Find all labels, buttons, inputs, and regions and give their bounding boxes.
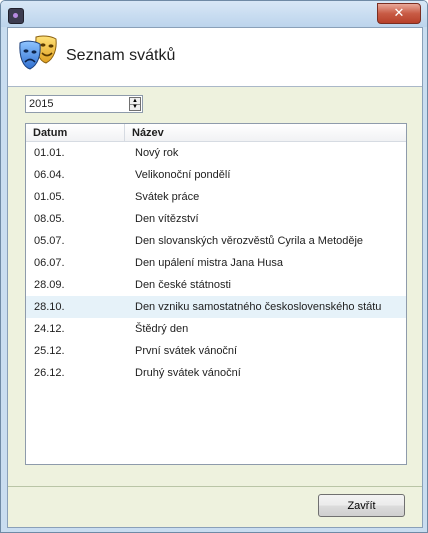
year-spinner[interactable]: 2015 ▲ ▼	[25, 95, 143, 113]
close-button[interactable]: Zavřít	[318, 494, 405, 517]
header-panel: Seznam svátků	[8, 28, 422, 87]
cell-date: 25.12.	[34, 345, 65, 357]
cell-name: Svátek práce	[135, 191, 200, 203]
dialog-window: ✕ Seznam svátků 2015 ▲ ▼ Datum Název 01.…	[0, 0, 428, 533]
cell-date: 06.07.	[34, 257, 65, 269]
cell-date: 05.07.	[34, 235, 65, 247]
column-header-date[interactable]: Datum	[33, 127, 67, 139]
table-header: Datum Název	[26, 124, 406, 142]
cell-date: 06.04.	[34, 169, 65, 181]
cell-name: Den vzniku samostatného československého…	[135, 301, 382, 313]
cell-name: Den vítězství	[135, 213, 199, 225]
spinner-buttons: ▲ ▼	[129, 97, 141, 111]
table-row[interactable]: 24.12. Štědrý den	[26, 318, 406, 340]
window-close-button[interactable]: ✕	[377, 3, 421, 24]
table-row[interactable]: 01.01. Nový rok	[26, 142, 406, 164]
table-row[interactable]: 26.12. Druhý svátek vánoční	[26, 362, 406, 384]
table-row[interactable]: 08.05. Den vítězství	[26, 208, 406, 230]
column-header-name[interactable]: Název	[132, 127, 164, 139]
cell-name: Druhý svátek vánoční	[135, 367, 241, 379]
cell-name: Den slovanských věrozvěstů Cyrila a Meto…	[135, 235, 364, 247]
holiday-table: Datum Název 01.01. Nový rok 06.04. Velikono…	[25, 123, 407, 465]
table-row[interactable]: 01.05. Svátek práce	[26, 186, 406, 208]
cell-date: 01.05.	[34, 191, 65, 203]
cell-name: Den upálení mistra Jana Husa	[135, 257, 283, 269]
table-row[interactable]: 06.04. Velikonoční pondělí	[26, 164, 406, 186]
cell-name: Štědrý den	[135, 323, 189, 335]
cell-name: První svátek vánoční	[135, 345, 238, 357]
cell-date: 24.12.	[34, 323, 65, 335]
table-row[interactable]: 05.07. Den slovanských věrozvěstů Cyrila …	[26, 230, 406, 252]
cell-date: 01.01.	[34, 147, 65, 159]
column-separator[interactable]	[124, 124, 125, 141]
table-row[interactable]: 28.09. Den české státnosti	[26, 274, 406, 296]
title-bar[interactable]: ✕	[1, 1, 427, 27]
cell-date: 28.09.	[34, 279, 65, 291]
footer-divider	[8, 486, 422, 487]
app-icon	[8, 8, 24, 24]
cell-date: 28.10.	[34, 301, 65, 313]
spinner-down-arrow-icon[interactable]: ▼	[130, 104, 140, 110]
page-title: Seznam svátků	[66, 47, 176, 64]
year-value[interactable]: 2015	[29, 98, 53, 110]
theater-masks-icon	[19, 35, 57, 70]
cell-name: Velikonoční pondělí	[135, 169, 231, 181]
table-row[interactable]: 06.07. Den upálení mistra Jana Husa	[26, 252, 406, 274]
cell-date: 26.12.	[34, 367, 65, 379]
cell-date: 08.05.	[34, 213, 65, 225]
table-row[interactable]: 25.12. První svátek vánoční	[26, 340, 406, 362]
cell-name: Nový rok	[135, 147, 179, 159]
table-row[interactable]: 28.10. Den vzniku samostatného českoslove…	[26, 296, 406, 318]
cell-name: Den české státnosti	[135, 279, 231, 291]
dialog-body: Seznam svátků 2015 ▲ ▼ Datum Název 01.01…	[7, 27, 423, 528]
